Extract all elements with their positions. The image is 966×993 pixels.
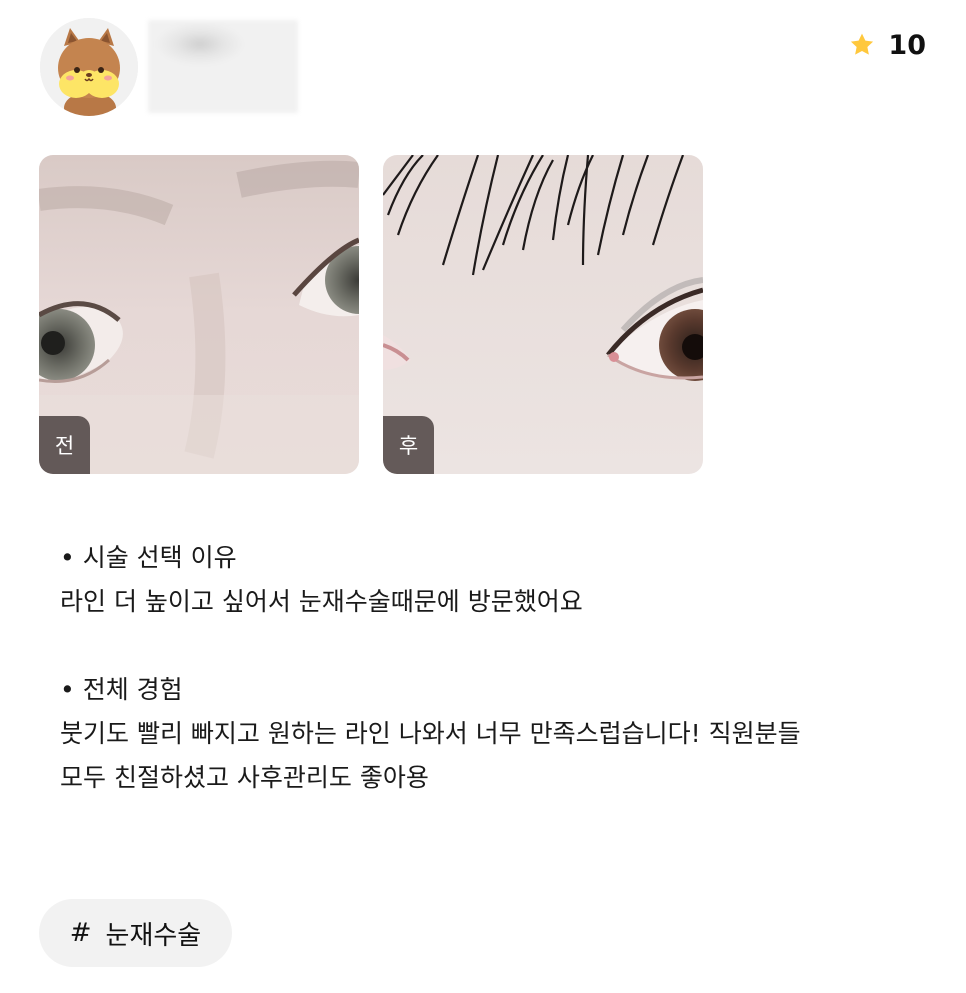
hashtag-chip[interactable]: # 눈재수술 bbox=[39, 899, 232, 967]
section-title-reason: • 시술 선택 이유 bbox=[60, 543, 237, 572]
review-text: • 시술 선택 이유 라인 더 높이고 싶어서 눈재수술때문에 방문했어요 • … bbox=[60, 536, 940, 800]
after-label: 후 bbox=[383, 416, 434, 474]
section-body-experience-line1: 붓기도 빨리 빠지고 원하는 라인 나와서 너무 만족스럽습니다! 직원분들 bbox=[60, 719, 801, 748]
rating: 10 bbox=[848, 28, 926, 62]
section-title-experience: • 전체 경험 bbox=[60, 675, 183, 704]
hashtag-label: 눈재수술 bbox=[105, 920, 202, 951]
squirrel-avatar-icon bbox=[40, 18, 138, 116]
section-body-reason: 라인 더 높이고 싶어서 눈재수술때문에 방문했어요 bbox=[60, 587, 583, 616]
hash-icon: # bbox=[69, 918, 92, 948]
section-body-experience-line2: 모두 친절하셨고 사후관리도 좋아용 bbox=[60, 763, 429, 792]
star-icon bbox=[851, 33, 874, 55]
rating-score: 10 bbox=[888, 29, 926, 61]
after-photo[interactable]: 후 bbox=[383, 155, 703, 474]
user-avatar[interactable] bbox=[40, 18, 138, 116]
blurred-username bbox=[148, 20, 298, 113]
before-label: 전 bbox=[39, 416, 90, 474]
before-photo[interactable]: 전 bbox=[39, 155, 359, 474]
